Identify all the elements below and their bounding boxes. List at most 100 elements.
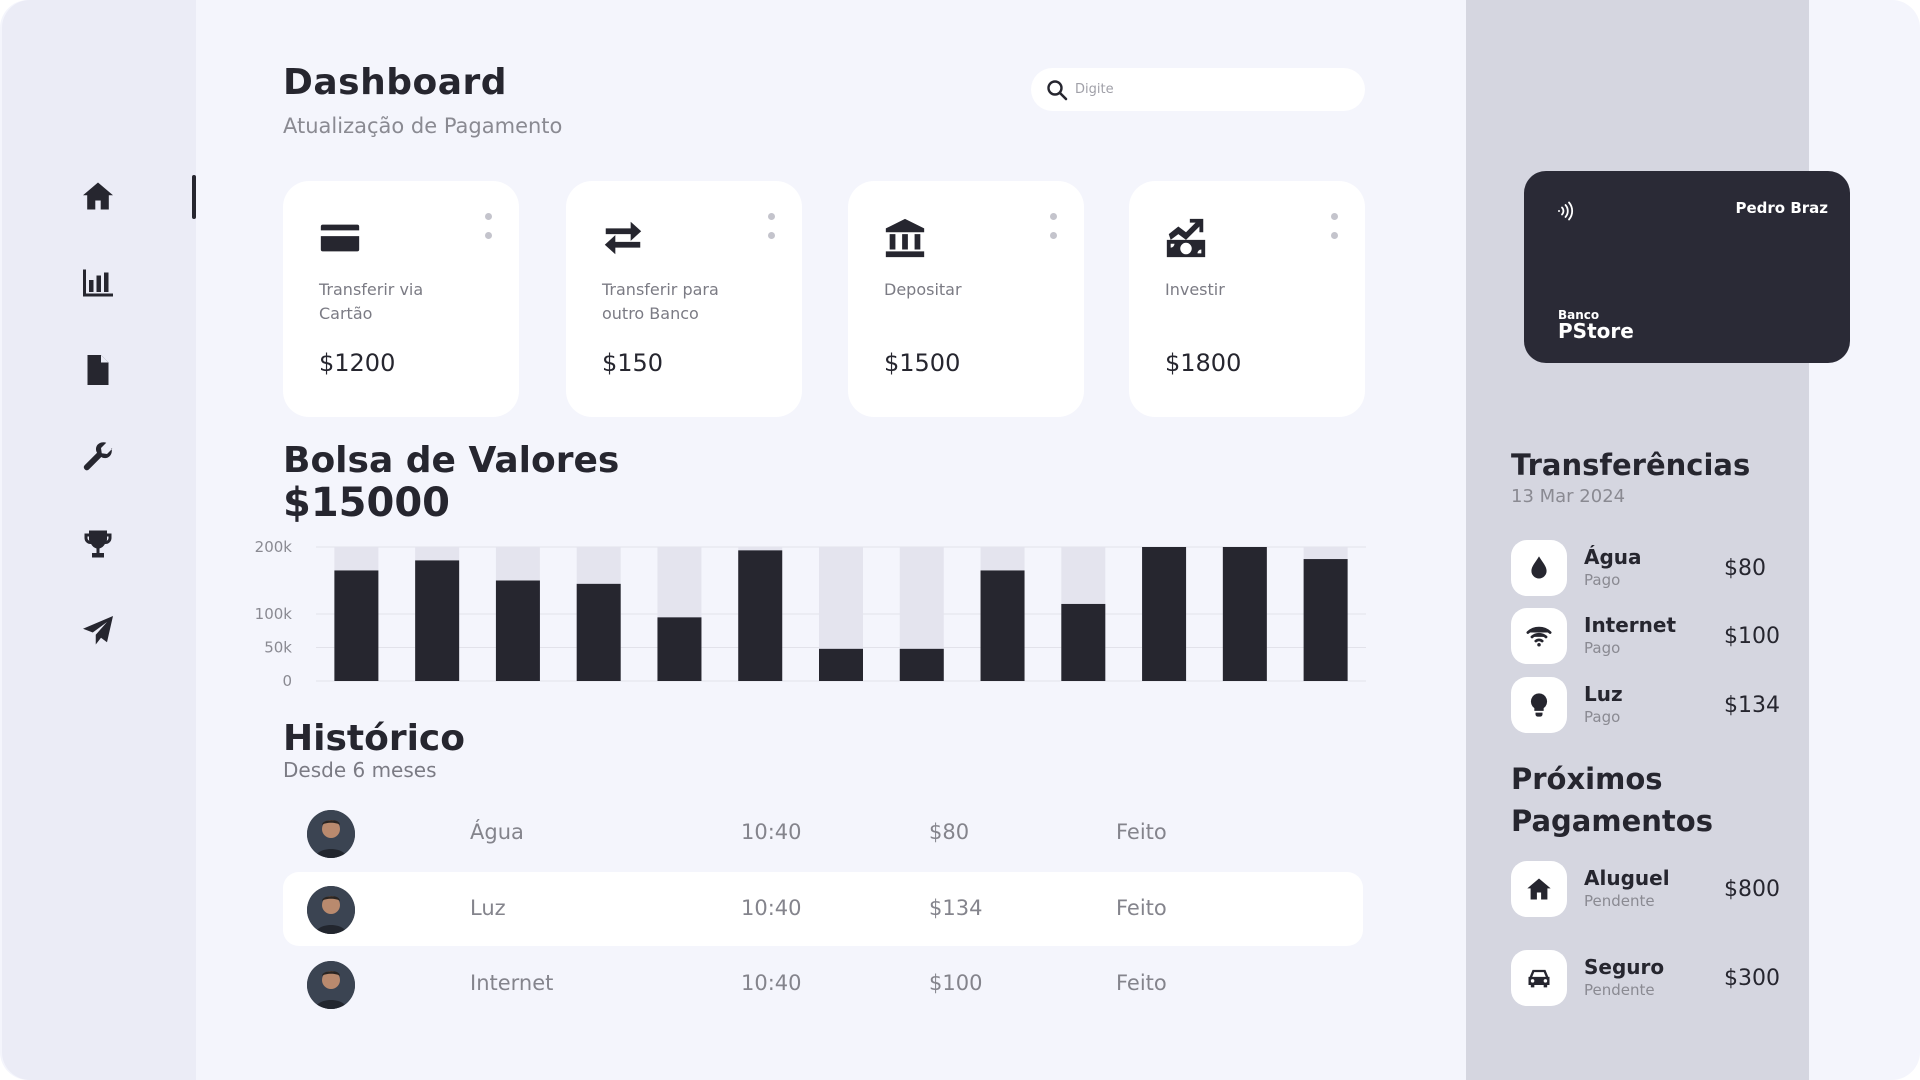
upcoming-title-line2: Pagamentos bbox=[1511, 804, 1713, 838]
transfer-amount: $80 bbox=[1724, 556, 1766, 581]
history-status: Feito bbox=[1116, 971, 1167, 995]
transfer-name: Luz bbox=[1584, 682, 1623, 706]
history-row[interactable]: Internet 10:40 $100 Feito bbox=[283, 947, 1363, 1021]
card-value: $1800 bbox=[1165, 349, 1242, 377]
transfer-status: Pago bbox=[1584, 571, 1621, 589]
transfer-item[interactable]: Luz Pago $134 bbox=[1511, 677, 1791, 733]
card-label: Depositar bbox=[884, 280, 962, 299]
card-invest[interactable]: Investir $1800 bbox=[1129, 181, 1365, 417]
page-subtitle: Atualização de Pagamento bbox=[283, 114, 563, 138]
chart-bar bbox=[1222, 547, 1267, 681]
card-transfer-bank[interactable]: Transferir para outro Banco $150 bbox=[566, 181, 802, 417]
lightbulb-icon bbox=[1530, 693, 1548, 717]
contactless-icon bbox=[1558, 201, 1573, 221]
chart-total-value: $15000 bbox=[283, 480, 450, 526]
card-value: $150 bbox=[602, 349, 664, 377]
trophy-icon bbox=[84, 530, 112, 558]
history-status: Feito bbox=[1116, 896, 1167, 920]
stock-bar-chart: 0 50k 100k 200k bbox=[255, 538, 1366, 690]
upcoming-amount: $300 bbox=[1724, 966, 1780, 991]
history-name: Luz bbox=[470, 896, 506, 920]
avatar bbox=[307, 961, 355, 1009]
sidebar-item-home[interactable] bbox=[78, 176, 118, 216]
card-holder-name: Pedro Braz bbox=[1735, 199, 1828, 217]
home-icon bbox=[83, 182, 113, 210]
chart-bar bbox=[576, 583, 621, 681]
sidebar-item-rewards[interactable] bbox=[78, 524, 118, 564]
chart-bar bbox=[1303, 559, 1348, 681]
history-time: 10:40 bbox=[741, 820, 802, 844]
transfer-name: Água bbox=[1584, 545, 1642, 569]
sidebar-item-send[interactable] bbox=[78, 611, 118, 651]
transfer-amount: $100 bbox=[1724, 624, 1780, 649]
y-tick-label: 0 bbox=[282, 672, 292, 690]
chart-bar bbox=[495, 580, 540, 681]
card-label: Transferir para outro Banco bbox=[602, 280, 719, 323]
history-amount: $80 bbox=[929, 820, 970, 844]
search-bar[interactable] bbox=[1031, 68, 1365, 111]
history-name: Internet bbox=[470, 971, 554, 995]
invest-icon bbox=[1166, 218, 1206, 258]
document-icon bbox=[87, 355, 109, 385]
card-value: $1200 bbox=[319, 349, 396, 377]
history-time: 10:40 bbox=[741, 971, 802, 995]
chart-bar bbox=[657, 617, 702, 681]
card-value: $1500 bbox=[884, 349, 961, 377]
history-row[interactable]: Luz 10:40 $134 Feito bbox=[283, 872, 1363, 946]
house-icon bbox=[1527, 878, 1551, 900]
chart-bar bbox=[738, 550, 783, 681]
upcoming-item[interactable]: Aluguel Pendente $800 bbox=[1511, 861, 1791, 917]
history-title: Histórico bbox=[283, 718, 466, 759]
transfer-item[interactable]: Internet Pago $100 bbox=[1511, 608, 1791, 664]
card-menu-button[interactable] bbox=[1329, 213, 1339, 239]
upcoming-amount: $800 bbox=[1724, 877, 1780, 902]
card-label: Transferir via Cartão bbox=[319, 280, 424, 323]
bank-card[interactable]: Pedro Braz Banco PStore bbox=[1524, 171, 1850, 363]
paper-plane-icon bbox=[83, 616, 113, 645]
history-amount: $134 bbox=[929, 896, 983, 920]
card-menu-button[interactable] bbox=[1048, 213, 1058, 239]
card-deposit[interactable]: Depositar $1500 bbox=[848, 181, 1084, 417]
chart-bar bbox=[819, 648, 863, 681]
transfer-status: Pago bbox=[1584, 639, 1621, 657]
bank-icon bbox=[885, 218, 925, 258]
sidebar-item-settings[interactable] bbox=[78, 437, 118, 477]
water-drop-icon bbox=[1531, 556, 1547, 579]
sidebar-item-stats[interactable] bbox=[78, 263, 118, 303]
card-transfer-card[interactable]: Transferir via Cartão $1200 bbox=[283, 181, 519, 417]
card-bank-name: PStore bbox=[1558, 319, 1634, 343]
upcoming-status: Pendente bbox=[1584, 981, 1655, 999]
wifi-icon bbox=[1526, 626, 1552, 647]
chart-bar bbox=[1142, 547, 1187, 681]
upcoming-name: Aluguel bbox=[1584, 866, 1670, 890]
chart-title: Bolsa de Valores bbox=[283, 440, 620, 481]
history-subtitle: Desde 6 meses bbox=[283, 758, 437, 782]
chart-bar bbox=[1061, 603, 1106, 681]
bar-chart-icon bbox=[83, 269, 113, 297]
chart-bar bbox=[415, 560, 460, 681]
upcoming-item[interactable]: Seguro Pendente $300 bbox=[1511, 950, 1791, 1006]
arrows-exchange-icon bbox=[604, 221, 642, 255]
sidebar-item-documents[interactable] bbox=[78, 350, 118, 390]
card-label: Investir bbox=[1165, 280, 1225, 299]
history-status: Feito bbox=[1116, 820, 1167, 844]
transfer-amount: $134 bbox=[1724, 693, 1780, 718]
transfer-item[interactable]: Água Pago $80 bbox=[1511, 540, 1791, 596]
avatar bbox=[307, 886, 355, 934]
card-menu-button[interactable] bbox=[766, 213, 776, 239]
y-tick-label: 50k bbox=[264, 639, 292, 657]
history-time: 10:40 bbox=[741, 896, 802, 920]
app-window: Dashboard Atualização de Pagamento Trans… bbox=[0, 0, 1920, 1080]
search-input[interactable] bbox=[1075, 82, 1355, 97]
y-tick-label: 200k bbox=[255, 538, 293, 556]
upcoming-name: Seguro bbox=[1584, 955, 1665, 979]
history-row[interactable]: Água 10:40 $80 Feito bbox=[283, 796, 1363, 870]
y-tick-label: 100k bbox=[255, 605, 293, 623]
chart-bar bbox=[334, 570, 379, 681]
chart-bar bbox=[980, 570, 1025, 681]
page-title: Dashboard bbox=[283, 62, 508, 103]
search-icon bbox=[1047, 79, 1068, 100]
card-menu-button[interactable] bbox=[483, 213, 493, 239]
transfer-status: Pago bbox=[1584, 708, 1621, 726]
wrench-icon bbox=[83, 442, 113, 471]
